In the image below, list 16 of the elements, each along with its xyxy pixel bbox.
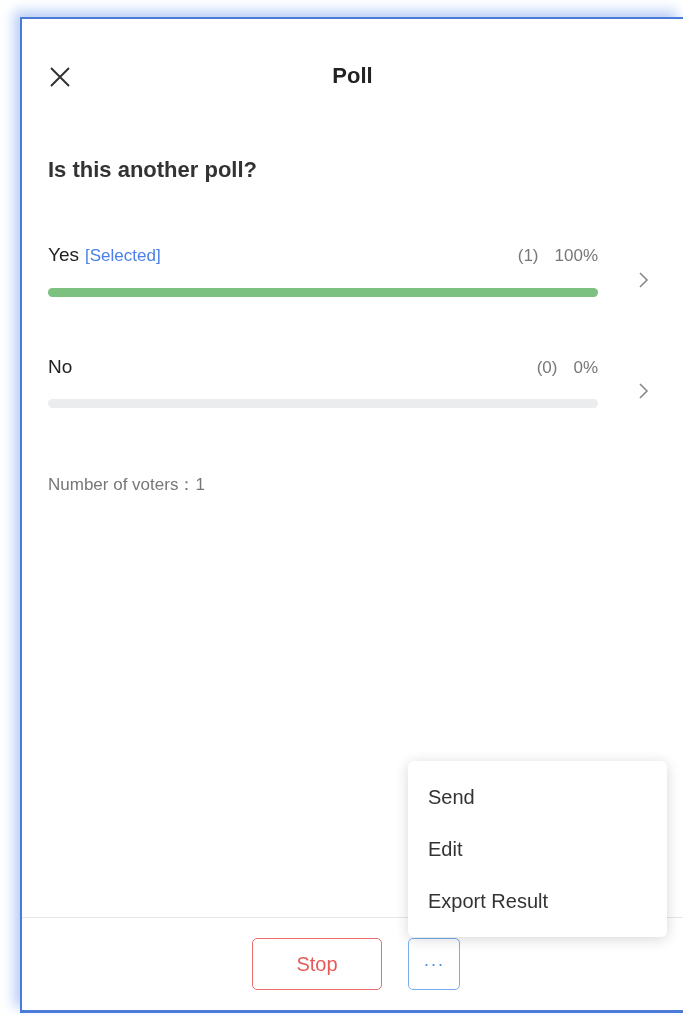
menu-item[interactable]: Export Result	[408, 875, 667, 927]
vote-count: (1)	[517, 245, 539, 267]
poll-question: Is this another poll?	[48, 156, 258, 184]
option-label: Yes	[48, 243, 79, 267]
option-label: No	[48, 354, 73, 379]
chevron-right-icon[interactable]	[638, 382, 650, 401]
window-title: Poll	[332, 62, 373, 90]
voter-count: Number of voters：1	[48, 474, 206, 496]
menu-item[interactable]: Send	[408, 771, 667, 823]
vote-count: (0)	[536, 356, 558, 379]
menu-item[interactable]: Edit	[408, 823, 667, 875]
close-icon[interactable]	[48, 64, 72, 88]
selected-tag: [Selected]	[85, 243, 161, 269]
vote-percent: 100%	[554, 245, 598, 267]
vote-percent: 0%	[573, 356, 598, 379]
chevron-right-icon[interactable]	[638, 270, 650, 289]
